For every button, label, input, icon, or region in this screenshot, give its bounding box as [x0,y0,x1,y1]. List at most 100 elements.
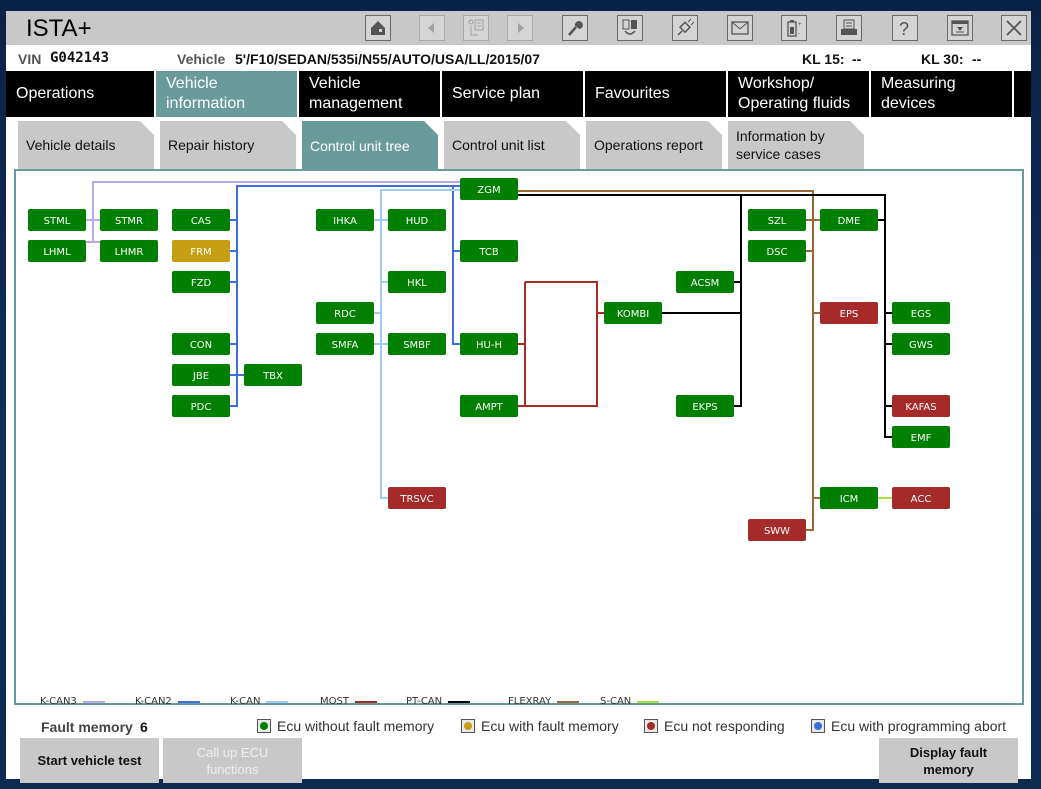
nav-measuring-devices[interactable]: Measuring devices [871,71,1014,117]
legend-label: Ecu with fault memory [481,718,619,734]
ecu-node-frm[interactable]: FRM [172,240,230,262]
ecu-node-sww[interactable]: SWW [748,519,806,541]
ecu-node-smbf[interactable]: SMBF [388,333,446,355]
ecu-label: SZL [768,216,787,227]
call-up-ecu-functions-button[interactable]: Call up ECU functions [163,738,302,783]
connection-button[interactable] [672,15,698,41]
nav-label: Favourites [595,85,670,102]
ecu-node-tbx[interactable]: TBX [244,364,302,386]
tab-vehicle-details[interactable]: Vehicle details [18,121,154,169]
tab-repair-history[interactable]: Repair history [160,121,296,169]
button-label: Call up ECU functions [196,744,269,777]
print-button[interactable] [836,15,862,41]
ecu-label: HKL [407,278,427,289]
ecu-node-smfa[interactable]: SMFA [316,333,374,355]
ista-window: ISTA+ + - ? VIN G042143 Vehicle 5'/F10/S… [6,11,1031,783]
ecu-node-szl[interactable]: SZL [748,209,806,231]
help-icon: ? [899,19,909,38]
ecu-node-jbe[interactable]: JBE [172,364,230,386]
ecu-node-hud[interactable]: HUD [388,209,446,231]
ecu-node-kombi[interactable]: KOMBI [604,302,662,324]
ecu-label: ICM [840,494,859,505]
ecu-label: CAS [191,216,211,227]
minimize-button[interactable] [947,15,973,41]
bus-legend-label: PT-CAN [406,696,443,707]
copy-document-button[interactable] [463,15,489,41]
ecu-node-egs[interactable]: EGS [892,302,950,324]
bus-legend-k-can: K-CAN [230,696,289,707]
nav-label: Vehicle information [166,75,246,112]
bus-legend-pt-can: PT-CAN [406,696,471,707]
tab-control-unit-list[interactable]: Control unit list [444,121,580,169]
nav-operations[interactable]: Operations [6,71,156,117]
tab-operations-report[interactable]: Operations report [586,121,722,169]
ecu-node-hkl[interactable]: HKL [388,271,446,293]
nav-workshop-operating-fluids[interactable]: Workshop/ Operating fluids [728,71,871,117]
ecu-node-zgm[interactable]: ZGM [460,178,518,200]
ecu-node-ihka[interactable]: IHKA [316,209,374,231]
workshop-button[interactable] [562,15,588,41]
ecu-label: EPS [840,309,859,320]
ecu-label: EGS [911,309,931,320]
ecu-node-stmr[interactable]: STMR [100,209,158,231]
forward-button[interactable] [507,15,533,41]
ecu-label: TBX [262,371,283,382]
ecu-swap-button[interactable] [617,15,643,41]
battery-icon: +- [787,20,802,37]
message-button[interactable] [727,15,753,41]
ecu-node-kafas[interactable]: KAFAS [892,395,950,417]
home-button[interactable] [365,15,391,41]
back-button[interactable] [419,15,445,41]
ecu-node-fzd[interactable]: FZD [172,271,230,293]
status-fault-icon [461,719,475,733]
ecu-label: EMF [911,433,932,444]
ecu-node-gws[interactable]: GWS [892,333,950,355]
ecu-node-hu-h[interactable]: HU-H [460,333,518,355]
help-button[interactable]: ? [892,15,918,41]
wrench-icon [568,21,583,36]
ecu-node-acc[interactable]: ACC [892,487,950,509]
ecu-node-emf[interactable]: EMF [892,426,950,448]
tab-information-by-service-cases[interactable]: Information by service cases [728,121,864,169]
ecu-node-dsc[interactable]: DSC [748,240,806,262]
ecu-node-acsm[interactable]: ACSM [676,271,734,293]
ecu-node-dme[interactable]: DME [820,209,878,231]
ecu-label: DSC [766,247,787,258]
ecu-label: ACC [911,494,932,505]
nav-vehicle-information[interactable]: Vehicle information [156,71,299,117]
ecu-node-eps[interactable]: EPS [820,302,878,324]
home-icon [371,21,385,35]
tab-control-unit-tree[interactable]: Control unit tree [302,121,438,171]
button-label: Display fault memory [909,744,988,777]
tab-label: Vehicle details [26,137,116,153]
battery-button[interactable]: + - [781,15,807,41]
close-button[interactable] [1001,15,1027,41]
ecu-node-ekps[interactable]: EKPS [676,395,734,417]
start-vehicle-test-button[interactable]: Start vehicle test [20,738,159,783]
bus-legend-label: K-CAN3 [40,696,77,707]
display-fault-memory-button[interactable]: Display fault memory [879,738,1018,783]
legend-label: Ecu without fault memory [277,718,435,734]
ecu-node-lhml[interactable]: LHML [28,240,86,262]
ecu-node-pdc[interactable]: PDC [172,395,230,417]
ecu-node-stml[interactable]: STML [28,209,86,231]
bus-legend-most: MOST [320,696,377,707]
connector-icon [677,18,695,36]
ecu-label: KOMBI [617,309,649,320]
fault-memory-count: 6 [140,719,148,735]
tab-label: Control unit tree [310,138,410,154]
nav-favourites[interactable]: Favourites [585,71,728,117]
ecu-node-lhmr[interactable]: LHMR [100,240,158,262]
nav-vehicle-management[interactable]: Vehicle management [299,71,442,117]
ecu-node-con[interactable]: CON [172,333,230,355]
ecu-node-rdc[interactable]: RDC [316,302,374,324]
ecu-node-trsvc[interactable]: TRSVC [388,487,446,509]
ecu-node-tcb[interactable]: TCB [460,240,518,262]
control-unit-tree-panel: STML STMR LHML LHMR CAS FRM FZD CON JBE TBX PDC IHK… [14,169,1024,705]
ecu-node-ampt[interactable]: AMPT [460,395,518,417]
ecu-node-icm[interactable]: ICM [820,487,878,509]
nav-service-plan[interactable]: Service plan [442,71,585,117]
ecu-label: LHML [43,247,71,258]
ecu-node-cas[interactable]: CAS [172,209,230,231]
bus-legend-swatch [354,700,377,703]
